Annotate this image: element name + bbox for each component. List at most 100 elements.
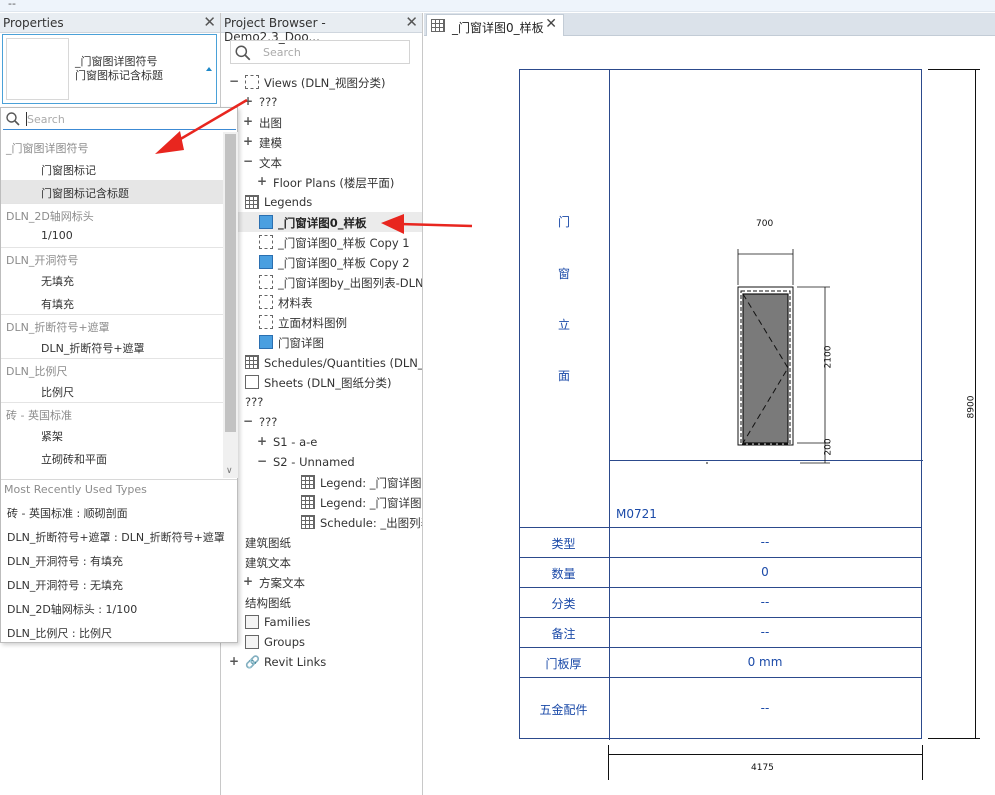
tree-item[interactable]: +??? xyxy=(221,92,422,112)
mru-item[interactable]: DLN_折断符号+遮罩 : DLN_折断符号+遮罩 xyxy=(1,524,237,548)
collapse-icon[interactable]: − xyxy=(229,74,239,88)
tree-item-label: ??? xyxy=(259,95,278,109)
param-row: 类型 -- xyxy=(519,527,922,557)
tree-item[interactable]: _门窗详图0_样板 Copy 2 xyxy=(221,252,422,272)
close-icon[interactable]: ✕ xyxy=(405,13,418,31)
chevron-up-icon[interactable] xyxy=(206,67,212,71)
expand-icon[interactable]: + xyxy=(243,134,253,148)
mru-item[interactable]: DLN_比例尺 : 比例尺 xyxy=(1,620,237,644)
tree-item-label: 方案文本 xyxy=(259,576,305,590)
type-item[interactable]: 1/100 xyxy=(1,224,223,247)
type-group-header: 砖 - 英国标准 xyxy=(1,402,223,423)
param-value: -- xyxy=(760,625,770,639)
type-item[interactable]: 比例尺 xyxy=(1,379,223,402)
tree-item[interactable]: Legend: _门窗详图 xyxy=(221,492,422,512)
close-icon[interactable]: ✕ xyxy=(545,16,557,32)
param-key: 分类 xyxy=(551,597,576,611)
collapse-icon[interactable]: − xyxy=(243,154,253,168)
type-item[interactable]: 无填充 xyxy=(1,268,223,291)
type-group-header: DLN_比例尺 xyxy=(1,358,223,379)
tree-item[interactable]: + 🔗 Revit Links xyxy=(221,652,422,672)
mru-item[interactable]: DLN_开洞符号 : 有填充 xyxy=(1,548,237,572)
expand-icon[interactable]: + xyxy=(229,654,239,668)
tree-item[interactable]: + 出图 xyxy=(221,112,422,132)
tree-item[interactable]: +建筑图纸 xyxy=(221,532,422,552)
tree-item[interactable]: + S1 - a-e xyxy=(221,432,422,452)
tree-item[interactable]: 立面材料图例 xyxy=(221,312,422,332)
type-selector-label: _门窗图详图符号 门窗图标记含标题 xyxy=(75,55,163,83)
type-list-scrollbar[interactable]: ∨ xyxy=(223,132,238,478)
expand-icon[interactable]: + xyxy=(243,574,253,588)
scrollbar-thumb[interactable] xyxy=(225,134,236,432)
view-icon xyxy=(259,315,273,329)
tree-item[interactable]: Families xyxy=(221,612,422,632)
type-item[interactable]: 有填充 xyxy=(1,291,223,314)
tree-item[interactable]: −建筑文本 xyxy=(221,552,422,572)
type-dropdown: Search _门窗图详图符号 门窗图标记 门窗图标记含标题 DLN_2D轴网标头 1/… xyxy=(0,107,238,643)
tree-item[interactable]: _门窗详图by_出图列表-DLN xyxy=(221,272,422,292)
dim-line xyxy=(928,738,980,739)
tree-item[interactable]: Sheets (DLN_图纸分类) xyxy=(221,372,422,392)
param-row: 门板厚 0 mm xyxy=(519,647,922,677)
expand-icon[interactable]: + xyxy=(243,114,253,128)
tree-item-label: Legend: _门窗详图 xyxy=(320,496,422,510)
param-key: 五金配件 xyxy=(539,703,588,717)
drawing-canvas[interactable]: 门 窗 立 面 M0721 类型 -- 数量 0 分类 -- 备注 -- 门板厚… xyxy=(424,37,995,795)
expand-icon[interactable]: + xyxy=(257,174,267,188)
type-item[interactable]: 门窗图标记 xyxy=(1,157,223,180)
tree-item[interactable]: Groups xyxy=(221,632,422,652)
tree-item[interactable]: + 方案文本 xyxy=(221,572,422,592)
tab-legend-view[interactable]: _门窗详图0_样板 ✕ xyxy=(426,14,564,36)
type-search-input[interactable]: Search xyxy=(3,109,236,130)
browser-search-input[interactable]: Search xyxy=(230,40,410,64)
tree-item[interactable]: Legend: _门窗详图 xyxy=(221,472,422,492)
tree-item[interactable]: Legends xyxy=(221,192,422,212)
legend-view-icon xyxy=(259,215,273,229)
chevron-down-icon[interactable]: ∨ xyxy=(226,466,233,476)
collapse-icon[interactable]: − xyxy=(257,454,267,468)
tree-item[interactable]: Schedule: _出图列表 xyxy=(221,512,422,532)
schedule-icon xyxy=(301,515,315,529)
mru-list: 砖 - 英国标准 : 顺砌剖面 DLN_折断符号+遮罩 : DLN_折断符号+遮罩… xyxy=(1,500,237,644)
type-group-header: _门窗图详图符号 xyxy=(6,142,89,155)
tree-item-label: Views (DLN_视图分类) xyxy=(264,76,386,90)
view-icon xyxy=(245,75,259,89)
mru-item[interactable]: DLN_2D轴网标头 : 1/100 xyxy=(1,596,237,620)
tree-item[interactable]: Schedules/Quantities (DLN_明细表) xyxy=(221,352,422,372)
type-group-header: DLN_折断符号+遮罩 xyxy=(1,314,223,335)
param-value: -- xyxy=(760,535,770,549)
type-item[interactable]: 门窗图标记含标题 xyxy=(1,180,223,203)
tree-item[interactable]: − 文本 xyxy=(221,152,422,172)
family-icon xyxy=(245,615,259,629)
tree-item[interactable]: − S2 - Unnamed xyxy=(221,452,422,472)
mru-item[interactable]: DLN_开洞符号 : 无填充 xyxy=(1,572,237,596)
tree-item[interactable]: 材料表 xyxy=(221,292,422,312)
tree-item[interactable]: + 建模 xyxy=(221,132,422,152)
tree-item[interactable]: _门窗详图0_样板 Copy 1 xyxy=(221,232,422,252)
close-icon[interactable]: ✕ xyxy=(203,13,216,31)
tree-item-label: Floor Plans (楼层平面) xyxy=(273,176,395,190)
type-item[interactable]: 紧架 xyxy=(1,423,223,446)
tree-item[interactable]: −??? xyxy=(221,412,422,432)
dim-width: 700 xyxy=(756,219,774,229)
tree-item[interactable]: 门窗详图 xyxy=(221,332,422,352)
browser-search-placeholder: Search xyxy=(263,46,301,59)
schedule-icon xyxy=(301,475,315,489)
tree-item[interactable]: +结构图纸 xyxy=(221,592,422,612)
collapse-icon[interactable]: − xyxy=(243,414,253,428)
expand-icon[interactable]: + xyxy=(243,94,253,108)
schedule-icon xyxy=(245,195,259,209)
mru-item[interactable]: 砖 - 英国标准 : 顺砌剖面 xyxy=(1,500,237,524)
tree-item-label: S1 - a-e xyxy=(273,435,318,449)
type-item[interactable]: DLN_折断符号+遮罩 xyxy=(1,335,223,358)
param-value: -- xyxy=(760,701,770,715)
tree-item[interactable]: − Views (DLN_视图分类) xyxy=(221,72,422,92)
tree-item-label: ??? xyxy=(245,395,264,409)
tree-item[interactable]: −??? xyxy=(221,392,422,412)
tree-item[interactable]: _门窗详图0_样板 xyxy=(221,212,422,232)
tree-item[interactable]: + Floor Plans (楼层平面) xyxy=(221,172,422,192)
type-item[interactable]: 立砌砖和平面 xyxy=(1,446,223,469)
type-selector[interactable]: _门窗图详图符号 门窗图标记含标题 xyxy=(2,34,217,104)
dim-bottom: 4175 xyxy=(751,763,774,773)
expand-icon[interactable]: + xyxy=(257,434,267,448)
